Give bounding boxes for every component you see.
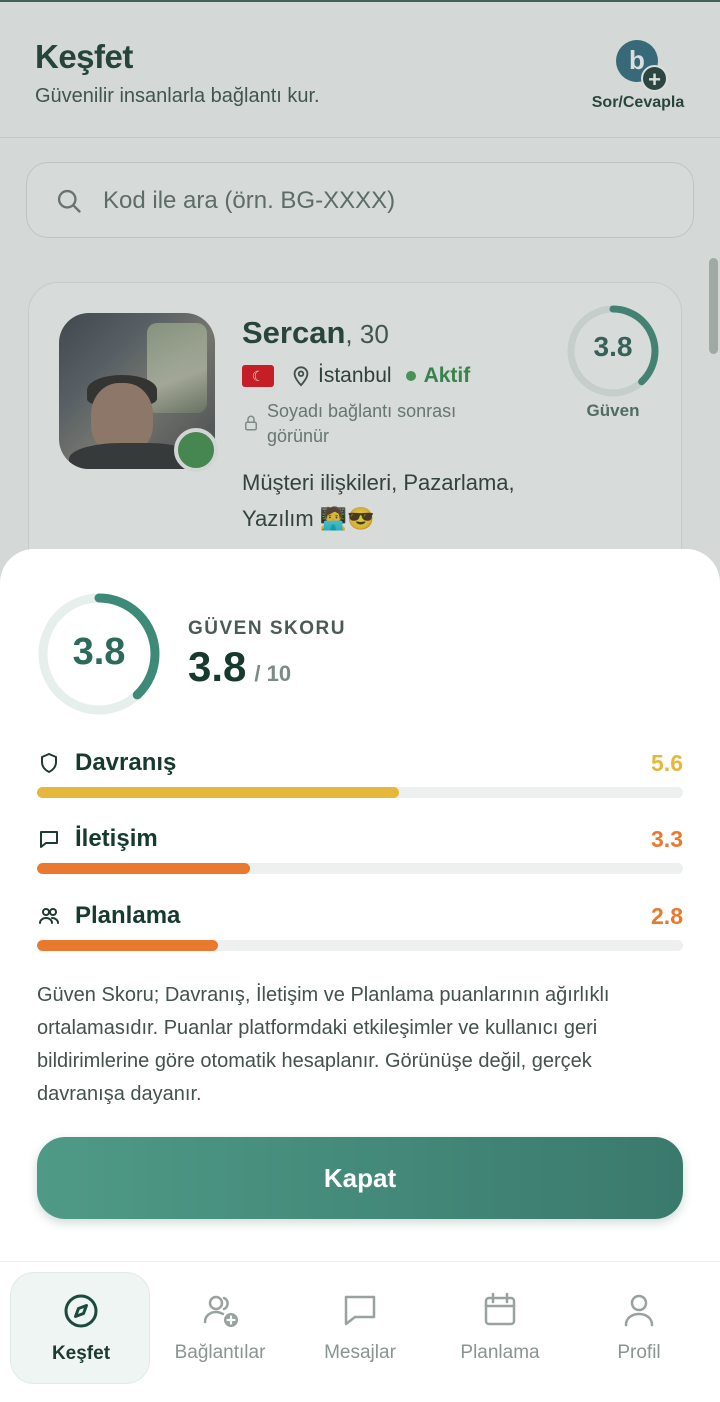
- metric-name: Davranış: [75, 749, 177, 776]
- metric-value: 2.8: [651, 903, 683, 929]
- compass-icon: [64, 1294, 98, 1328]
- nav-label: Profil: [617, 1342, 661, 1363]
- trust-description: Güven Skoru; Davranış, İletişim ve Planl…: [37, 984, 610, 1105]
- nav-item-profil[interactable]: Profil: [569, 1272, 709, 1384]
- trust-value-large: 3.8: [72, 631, 126, 673]
- nav-label: Planlama: [460, 1342, 540, 1363]
- metric-value: 5.6: [651, 750, 683, 776]
- trust-score-sheet: 3.8 GÜVEN SKORU 3.8 / 10 Davranış 5.6 İle…: [0, 549, 720, 1261]
- metric-iletisim: İletişim 3.3: [37, 825, 683, 885]
- metric-name: İletişim: [75, 825, 158, 852]
- message-icon: [344, 1295, 376, 1326]
- metric-track: [37, 863, 683, 874]
- score-value: 3.8: [188, 643, 247, 690]
- close-button[interactable]: Kapat: [37, 1137, 683, 1219]
- metric-planlama: Planlama 2.8: [37, 902, 683, 962]
- metric-fill: [37, 940, 218, 951]
- nav-label: Mesajlar: [324, 1342, 396, 1363]
- nav-item-mesajlar[interactable]: Mesajlar: [290, 1272, 430, 1384]
- user-icon: [624, 1294, 654, 1327]
- metric-track: [37, 940, 683, 951]
- nav-item-baglantilar[interactable]: Bağlantılar: [150, 1272, 290, 1384]
- metric-track: [37, 787, 683, 798]
- discover-page: Keşfet Güvenilir insanlarla bağlantı kur…: [0, 0, 720, 602]
- bottom-navigation: Keşfet Bağlantılar Mesajlar Planlama Pro…: [0, 1261, 720, 1402]
- metric-name: Planlama: [75, 902, 181, 929]
- chat-icon: [40, 831, 58, 848]
- users-add-icon: [203, 1295, 238, 1327]
- nav-label: Bağlantılar: [174, 1342, 266, 1363]
- score-label: GÜVEN SKORU: [188, 618, 346, 639]
- score-main: 3.8 / 10: [188, 643, 291, 691]
- nav-item-kesfet[interactable]: Keşfet: [10, 1272, 150, 1384]
- modal-backdrop[interactable]: [0, 0, 720, 600]
- metric-value: 3.3: [651, 826, 683, 852]
- metric-fill: [37, 787, 399, 798]
- metric-fill: [37, 863, 251, 874]
- nav-item-planlama[interactable]: Planlama: [430, 1272, 570, 1384]
- metric-davranis: Davranış 5.6: [37, 749, 683, 809]
- calendar-icon: [484, 1292, 516, 1326]
- nav-label: Keşfet: [51, 1343, 111, 1364]
- users-icon: [39, 908, 59, 924]
- score-max: / 10: [254, 661, 292, 686]
- shield-icon: [41, 753, 57, 773]
